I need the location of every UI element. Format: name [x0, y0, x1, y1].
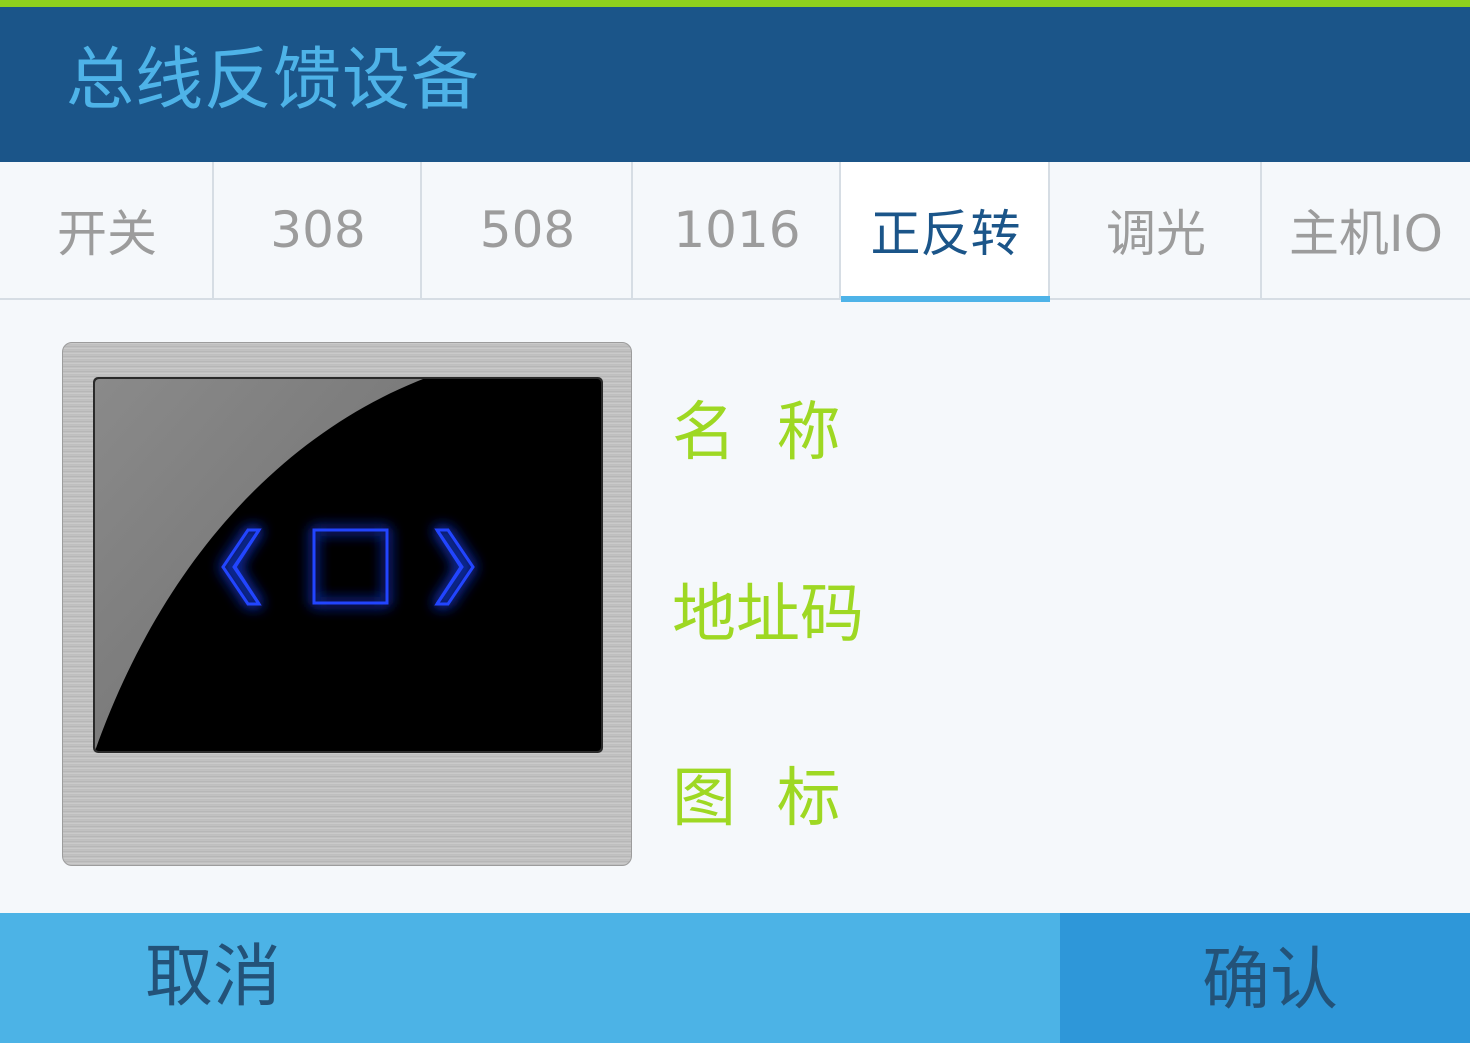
- icon-label: 图 标: [672, 762, 841, 836]
- name-label: 名 称: [672, 396, 841, 470]
- tab-label: 开关: [57, 205, 157, 263]
- tab-label: 1016: [673, 201, 801, 259]
- cancel-button[interactable]: 取消: [0, 913, 1060, 1043]
- dialog-window: 总线反馈设备 开关 308 508 1016 正反转 调光 主机IO 名 称 地…: [0, 0, 1470, 1043]
- tab-508[interactable]: 508: [422, 162, 633, 298]
- device-panel-graphic: [93, 377, 603, 753]
- tab-label: 308: [270, 201, 366, 259]
- dialog-footer: 取消 确认: [0, 913, 1470, 1043]
- cancel-button-label: 取消: [145, 938, 282, 1017]
- tab-label: 508: [479, 201, 576, 259]
- top-accent-bar: [0, 0, 1470, 7]
- address-code-label: 地址码: [672, 578, 864, 652]
- tab-label: 调光: [1106, 205, 1206, 263]
- device-type-tabs: 开关 308 508 1016 正反转 调光 主机IO: [0, 162, 1470, 302]
- tab-switch[interactable]: 开关: [0, 162, 214, 298]
- tab-1016[interactable]: 1016: [633, 162, 841, 298]
- confirm-button[interactable]: 确认: [1060, 913, 1470, 1043]
- tab-label: 正反转: [870, 205, 1021, 263]
- device-panel-image: [62, 342, 632, 866]
- tab-308[interactable]: 308: [214, 162, 422, 298]
- dialog-header: 总线反馈设备: [0, 7, 1470, 162]
- tab-forward-reverse[interactable]: 正反转: [841, 162, 1050, 302]
- confirm-button-label: 确认: [1202, 941, 1339, 1020]
- tab-host-io[interactable]: 主机IO: [1262, 162, 1470, 298]
- tab-dimming[interactable]: 调光: [1050, 162, 1262, 298]
- active-tab-indicator: [841, 296, 1050, 302]
- tab-label: 主机IO: [1288, 205, 1444, 263]
- dialog-title: 总线反馈设备: [66, 41, 481, 120]
